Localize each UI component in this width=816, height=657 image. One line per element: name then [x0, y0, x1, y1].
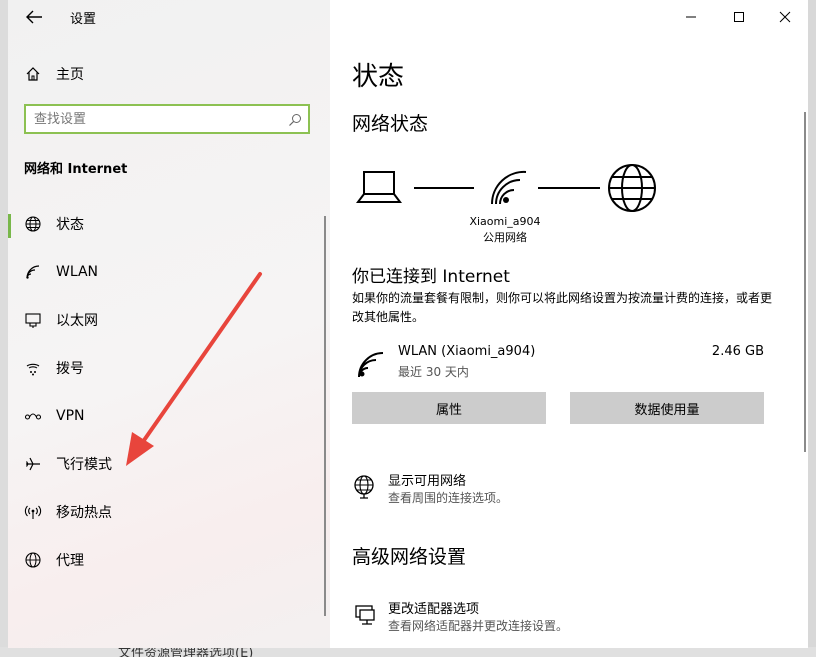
sidebar-item-proxy[interactable]: 代理 — [8, 540, 330, 580]
search-icon[interactable] — [288, 112, 302, 126]
advanced-network-heading: 高级网络设置 — [352, 546, 467, 568]
globe-status-icon — [24, 215, 42, 233]
background-app-text: 文件资源管理器选项(E) — [118, 647, 254, 657]
sidebar-item-label: VPN — [56, 408, 85, 424]
close-button[interactable] — [762, 0, 808, 34]
minimize-button[interactable] — [668, 0, 714, 34]
adapter-options-subtitle: 查看网络适配器并更改连接设置。 — [388, 619, 569, 633]
sidebar-item-vpn[interactable]: VPN — [8, 396, 330, 436]
close-icon — [779, 11, 791, 23]
settings-window: 设置 主页 网络和 Internet 状态 WLAN — [8, 0, 808, 648]
network-type: 公用网络 — [483, 231, 527, 244]
network-label: Xiaomi_a904 公用网络 — [450, 214, 560, 246]
sidebar-scrollbar[interactable] — [324, 216, 326, 616]
wifi-connection-icon — [358, 352, 384, 378]
connection-row: WLAN (Xiaomi_a904) 最近 30 天内 2.46 GB — [352, 340, 772, 384]
main-content: 状态 网络状态 Xiaomi_a904 公用网络 你已连接到 Internet — [330, 0, 808, 648]
sidebar: 设置 主页 网络和 Internet 状态 WLAN — [8, 0, 330, 648]
sidebar-item-label: 移动热点 — [56, 505, 112, 521]
back-arrow-icon — [26, 10, 42, 24]
search-box[interactable] — [24, 104, 310, 134]
background-app-edge-left — [0, 0, 8, 657]
home-icon — [24, 65, 42, 83]
maximize-icon — [734, 12, 744, 22]
sidebar-item-label: 飞行模式 — [56, 457, 112, 473]
main-scrollbar[interactable] — [804, 112, 806, 452]
sidebar-item-home[interactable]: 主页 — [8, 54, 330, 94]
sidebar-item-label: 主页 — [56, 67, 84, 83]
adapter-icon — [352, 602, 378, 628]
data-usage-button[interactable]: 数据使用量 — [570, 392, 764, 424]
network-name: Xiaomi_a904 — [469, 215, 541, 228]
sidebar-item-airplane-mode[interactable]: 飞行模式 — [8, 444, 330, 484]
connected-description: 如果你的流量套餐有限制，则你可以将此网络设置为按流量计费的连接，或者更改其他属性… — [352, 291, 773, 324]
hotspot-icon — [24, 503, 42, 521]
sidebar-item-dialup[interactable]: 拨号 — [8, 348, 330, 388]
sidebar-item-label: 以太网 — [56, 313, 98, 329]
globe-icon — [24, 551, 42, 569]
sidebar-section-title: 网络和 Internet — [24, 162, 128, 177]
change-adapter-options-link[interactable]: 更改适配器选项 查看网络适配器并更改连接设置。 — [352, 598, 772, 638]
sidebar-item-label: 状态 — [56, 217, 84, 233]
airplane-icon — [24, 455, 42, 473]
window-title: 设置 — [70, 12, 97, 27]
sidebar-item-status[interactable]: 状态 — [8, 204, 330, 244]
back-button[interactable] — [22, 6, 46, 28]
connection-name: WLAN (Xiaomi_a904) — [398, 344, 536, 359]
wifi-icon — [24, 263, 42, 281]
sidebar-item-wlan[interactable]: WLAN — [8, 252, 330, 292]
search-input[interactable] — [34, 110, 274, 128]
show-networks-title: 显示可用网络 — [388, 474, 467, 489]
dialup-icon — [24, 359, 42, 377]
network-status-heading: 网络状态 — [352, 113, 429, 135]
properties-button[interactable]: 属性 — [352, 392, 546, 424]
sidebar-item-label: 代理 — [56, 553, 84, 569]
sidebar-item-ethernet[interactable]: 以太网 — [8, 300, 330, 340]
connected-heading: 你已连接到 Internet — [352, 267, 510, 287]
maximize-button[interactable] — [716, 0, 762, 34]
sidebar-item-mobile-hotspot[interactable]: 移动热点 — [8, 492, 330, 532]
globe-network-icon — [352, 474, 378, 500]
minimize-icon — [686, 16, 696, 18]
sidebar-item-label: 拨号 — [56, 361, 84, 377]
show-available-networks-link[interactable]: 显示可用网络 查看周围的连接选项。 — [352, 470, 772, 510]
page-title: 状态 — [352, 62, 405, 92]
connection-period: 最近 30 天内 — [398, 365, 469, 379]
vpn-icon — [24, 407, 42, 425]
sidebar-item-label: WLAN — [56, 264, 99, 280]
wifi-large-icon — [490, 170, 527, 205]
show-networks-subtitle: 查看周围的连接选项。 — [388, 491, 509, 505]
network-diagram — [356, 164, 656, 212]
ethernet-icon — [24, 311, 42, 329]
data-usage-value: 2.46 GB — [711, 344, 764, 359]
laptop-icon — [356, 171, 402, 203]
background-app-edge-right — [808, 0, 816, 657]
internet-globe-icon — [608, 164, 656, 212]
adapter-options-title: 更改适配器选项 — [388, 602, 480, 617]
